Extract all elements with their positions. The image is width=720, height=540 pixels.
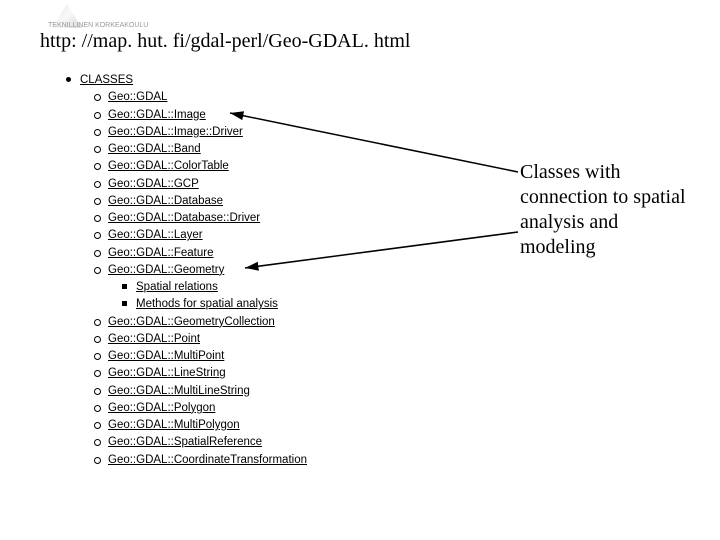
- nav-item[interactable]: Geo::GDAL::Database: [108, 195, 223, 207]
- nav-item[interactable]: Geo::GDAL::LineString: [108, 367, 226, 379]
- nav-subitem[interactable]: Methods for spatial analysis: [136, 298, 278, 310]
- nav-item[interactable]: Geo::GDAL::Feature: [108, 247, 213, 259]
- nav-item[interactable]: Geo::GDAL::Image: [108, 109, 206, 121]
- nav-item-geometry[interactable]: Geo::GDAL::Geometry: [108, 264, 224, 276]
- nav-item[interactable]: Geo::GDAL::GCP: [108, 178, 199, 190]
- nav-item[interactable]: Geo::GDAL::CoordinateTransformation: [108, 454, 307, 466]
- nav-item[interactable]: Geo::GDAL::Layer: [108, 229, 203, 241]
- logo-text: TEKNILLINEN KORKEAKOULU: [48, 22, 148, 29]
- nav-item[interactable]: Geo::GDAL::Band: [108, 143, 201, 155]
- nav-item[interactable]: Geo::GDAL::Polygon: [108, 402, 215, 414]
- nav-classes[interactable]: CLASSES: [80, 74, 133, 86]
- nav-item[interactable]: Geo::GDAL::Point: [108, 333, 200, 345]
- nav-item[interactable]: Geo::GDAL::MultiLineString: [108, 385, 250, 397]
- nav-item[interactable]: Geo::GDAL::MultiPoint: [108, 350, 224, 362]
- class-tree: CLASSES Geo::GDAL Geo::GDAL::Image Geo::…: [62, 72, 307, 469]
- nav-item[interactable]: Geo::GDAL::ColorTable: [108, 160, 229, 172]
- nav-item[interactable]: Geo::GDAL::MultiPolygon: [108, 419, 240, 431]
- nav-item[interactable]: Geo::GDAL::Image::Driver: [108, 126, 243, 138]
- nav-item[interactable]: Geo::GDAL::SpatialReference: [108, 436, 262, 448]
- nav-subitem[interactable]: Spatial relations: [136, 281, 218, 293]
- annotation-text: Classes with connection to spatial analy…: [520, 160, 690, 260]
- nav-item[interactable]: Geo::GDAL::GeometryCollection: [108, 316, 275, 328]
- page-url: http: //map. hut. fi/gdal-perl/Geo-GDAL.…: [40, 30, 411, 53]
- nav-item[interactable]: Geo::GDAL: [108, 91, 167, 103]
- nav-item[interactable]: Geo::GDAL::Database::Driver: [108, 212, 260, 224]
